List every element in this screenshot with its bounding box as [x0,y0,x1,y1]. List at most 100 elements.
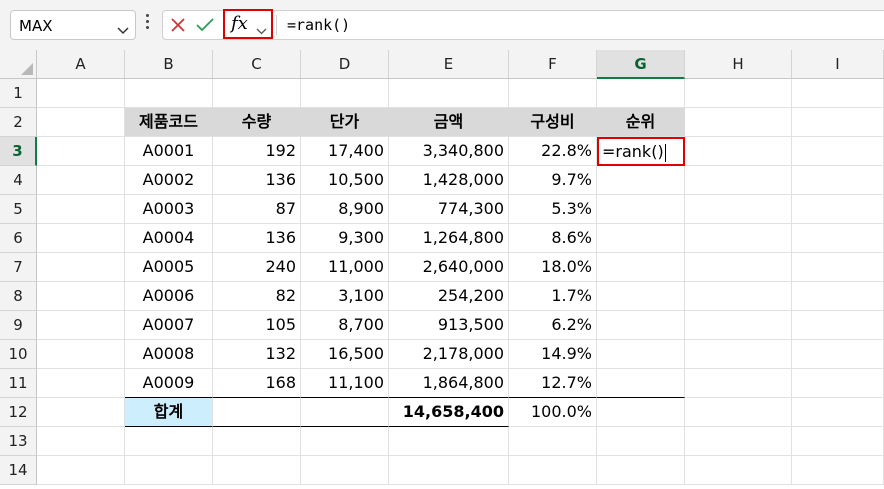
column-header-b[interactable]: B [125,50,213,79]
row-header-8[interactable]: 8 [0,282,37,311]
cell[interactable] [37,195,125,224]
cell[interactable] [685,427,792,456]
cell[interactable] [597,456,685,485]
table-header[interactable]: 수량 [213,108,301,137]
cell[interactable] [125,456,213,485]
value-cell[interactable]: 16,500 [301,340,389,369]
row-header-9[interactable]: 9 [0,311,37,340]
product-code-cell[interactable]: A0004 [125,224,213,253]
cell[interactable] [597,166,685,195]
table-header[interactable]: 구성비 [509,108,597,137]
cell[interactable] [597,253,685,282]
cell[interactable] [792,456,884,485]
table-header[interactable]: 제품코드 [125,108,213,137]
value-cell[interactable]: 11,000 [301,253,389,282]
cell[interactable] [792,282,884,311]
cell[interactable] [597,311,685,340]
cell[interactable] [37,398,125,427]
value-cell[interactable]: 18.0% [509,253,597,282]
value-cell[interactable]: 168 [213,369,301,398]
cell[interactable] [685,195,792,224]
row-header-7[interactable]: 7 [0,253,37,282]
cell[interactable] [792,340,884,369]
cell[interactable] [685,340,792,369]
total-label-cell[interactable]: 합계 [125,398,213,427]
cell[interactable] [597,369,685,398]
column-header-a[interactable]: A [37,50,125,79]
value-cell[interactable]: 1.7% [509,282,597,311]
cell[interactable] [792,427,884,456]
cell[interactable] [685,108,792,137]
cell[interactable] [301,398,389,427]
cancel-icon[interactable] [169,16,187,38]
cell[interactable] [792,253,884,282]
cell[interactable] [685,79,792,108]
value-cell[interactable]: 10,500 [301,166,389,195]
value-cell[interactable]: 14.9% [509,340,597,369]
column-header-h[interactable]: H [685,50,792,79]
column-header-e[interactable]: E [389,50,509,79]
cell[interactable] [685,311,792,340]
insert-function-button[interactable]: fx [223,9,273,39]
cell[interactable] [37,166,125,195]
column-header-g[interactable]: G [597,50,685,79]
value-cell[interactable]: 6.2% [509,311,597,340]
row-header-4[interactable]: 4 [0,166,37,195]
value-cell[interactable]: 2,640,000 [389,253,509,282]
row-header-5[interactable]: 5 [0,195,37,224]
cell[interactable] [125,427,213,456]
cell[interactable] [792,79,884,108]
value-cell[interactable]: 192 [213,137,301,166]
row-header-12[interactable]: 12 [0,398,37,427]
cell[interactable] [597,79,685,108]
row-header-6[interactable]: 6 [0,224,37,253]
value-cell[interactable]: 82 [213,282,301,311]
value-cell[interactable]: 3,340,800 [389,137,509,166]
value-cell[interactable]: 8,900 [301,195,389,224]
row-header-14[interactable]: 14 [0,456,37,485]
product-code-cell[interactable]: A0003 [125,195,213,224]
cell[interactable] [213,398,301,427]
value-cell[interactable]: 132 [213,340,301,369]
value-cell[interactable]: 9,300 [301,224,389,253]
cell[interactable] [792,137,884,166]
enter-check-icon[interactable] [195,16,215,38]
cell[interactable] [685,137,792,166]
row-header-10[interactable]: 10 [0,340,37,369]
cell[interactable] [792,224,884,253]
cell[interactable] [301,427,389,456]
cell[interactable] [37,253,125,282]
cell[interactable] [685,456,792,485]
value-cell[interactable]: 3,100 [301,282,389,311]
cell[interactable] [685,282,792,311]
cell[interactable] [37,137,125,166]
active-edit-cell[interactable]: =rank() [597,137,685,166]
column-header-c[interactable]: C [213,50,301,79]
product-code-cell[interactable]: A0005 [125,253,213,282]
cell[interactable] [213,427,301,456]
value-cell[interactable]: 136 [213,166,301,195]
value-cell[interactable]: 9.7% [509,166,597,195]
cell[interactable] [685,398,792,427]
value-cell[interactable]: 1,428,000 [389,166,509,195]
chevron-down-icon[interactable] [117,20,129,39]
cell[interactable] [509,79,597,108]
table-header[interactable]: 순위 [597,108,685,137]
row-header-13[interactable]: 13 [0,427,37,456]
cell[interactable] [301,456,389,485]
cell[interactable] [685,369,792,398]
cell[interactable] [792,108,884,137]
cell[interactable] [685,224,792,253]
cell[interactable] [792,369,884,398]
cell[interactable] [792,166,884,195]
cell[interactable] [685,253,792,282]
total-amount-cell[interactable]: 14,658,400 [389,398,509,427]
cell[interactable] [301,79,389,108]
value-cell[interactable]: 913,500 [389,311,509,340]
value-cell[interactable]: 136 [213,224,301,253]
product-code-cell[interactable]: A0009 [125,369,213,398]
cell[interactable] [792,311,884,340]
row-header-11[interactable]: 11 [0,369,37,398]
product-code-cell[interactable]: A0007 [125,311,213,340]
value-cell[interactable]: 17,400 [301,137,389,166]
